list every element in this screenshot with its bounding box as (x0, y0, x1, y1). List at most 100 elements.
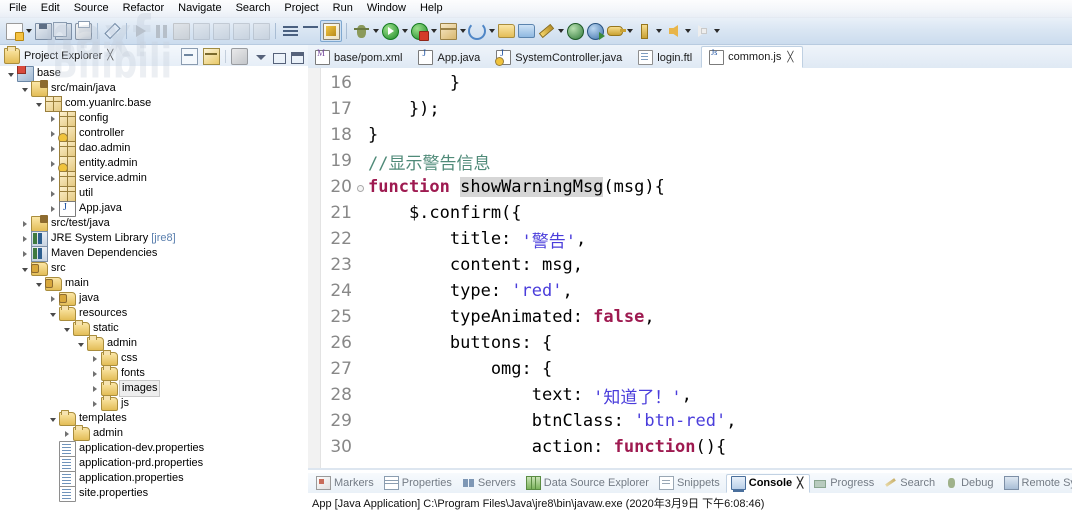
tree-twisty-collapsed-icon[interactable] (46, 171, 59, 186)
chevron-down-icon[interactable] (253, 49, 268, 64)
tree-twisty-collapsed-icon[interactable] (88, 396, 101, 411)
tree-item-dao-admin[interactable]: dao.admin (0, 140, 308, 157)
tree-item-src-test-java[interactable]: src/test/java (0, 214, 308, 232)
skip-breakpoints-button[interactable] (251, 21, 271, 41)
save-all-button[interactable] (52, 21, 73, 41)
new-java-package-button[interactable] (438, 21, 458, 41)
tree-item-service-admin[interactable]: service.admin (0, 170, 308, 187)
editor-tab-base-pom-xml[interactable]: base/pom.xml (308, 47, 411, 68)
editor-tab-common-js[interactable]: common.js ╳ (701, 46, 804, 68)
tree-twisty-collapsed-icon[interactable] (46, 201, 59, 216)
tree-item-js[interactable]: js (0, 395, 308, 411)
code-editor[interactable]: 16 } 17 }); 18} 19//显示警告信息 20 function showWa… (308, 68, 1072, 511)
bottom-tab-data-source-explorer[interactable]: Data Source Explorer (522, 474, 655, 493)
forward-dropdown-arrow-icon[interactable] (712, 21, 721, 41)
tree-item-static[interactable]: static (0, 320, 308, 336)
menu-item-source[interactable]: Source (67, 0, 116, 17)
toggle-mark-occurrences-button[interactable] (102, 21, 122, 41)
tree-twisty-collapsed-icon[interactable] (46, 186, 59, 201)
tree-twisty-expanded-icon[interactable] (18, 261, 31, 276)
step-return-button[interactable] (231, 21, 251, 41)
tree-item-application-dev-properties[interactable]: application-dev.properties (0, 440, 308, 457)
tree-twisty-collapsed-icon[interactable] (60, 426, 73, 441)
minimize-icon[interactable] (273, 52, 286, 64)
tree-item-maven-dependencies[interactable]: Maven Dependencies (0, 245, 308, 262)
debug-button[interactable] (351, 21, 371, 41)
tree-item-java[interactable]: java (0, 291, 308, 306)
forward-button[interactable] (692, 21, 712, 41)
tree-item-com-yuanlrc-base[interactable]: com.yuanlrc.base (0, 95, 308, 112)
resume-button[interactable] (131, 21, 151, 41)
search-button[interactable] (300, 21, 320, 41)
tree-item-fonts[interactable]: fonts (0, 365, 308, 381)
step-over-button[interactable] (211, 21, 231, 41)
project-explorer-close-icon[interactable]: ╳ (107, 50, 113, 61)
tree-twisty-collapsed-icon[interactable] (46, 141, 59, 156)
link-editor-icon[interactable] (203, 48, 220, 65)
save-button[interactable] (33, 21, 53, 41)
tree-item-css[interactable]: css (0, 350, 308, 366)
back-dropdown-arrow-icon[interactable] (683, 21, 692, 41)
tree-item-main[interactable]: main (0, 276, 308, 291)
bottom-tab-snippets[interactable]: Snippets (655, 474, 726, 493)
tree-twisty-collapsed-icon[interactable] (88, 366, 101, 381)
menu-item-search[interactable]: Search (229, 0, 278, 17)
refresh-cycle-dropdown-arrow-icon[interactable] (487, 21, 496, 41)
tree-twisty-expanded-icon[interactable] (32, 276, 45, 291)
key-binding-button[interactable] (605, 21, 626, 41)
editor-tab-systemcontroller-java[interactable]: SystemController.java (489, 47, 631, 68)
tree-item-controller[interactable]: controller (0, 125, 308, 143)
tree-item-util[interactable]: util (0, 185, 308, 202)
bottom-tab-console[interactable]: Console ╳ (725, 473, 811, 493)
new-wizard-button[interactable] (4, 21, 24, 41)
pin-editor-button[interactable] (634, 21, 654, 41)
bottom-tab-properties[interactable]: Properties (380, 474, 458, 493)
new-wizard-dropdown-arrow-icon[interactable] (24, 21, 33, 41)
tree-twisty-expanded-icon[interactable] (4, 66, 17, 81)
tree-twisty-collapsed-icon[interactable] (88, 351, 101, 366)
bottom-tab-servers[interactable]: Servers (458, 474, 522, 493)
publish-button[interactable] (585, 21, 605, 41)
tree-item-entity-admin[interactable]: entity.admin (0, 155, 308, 173)
editor-tab-app-java[interactable]: App.java (411, 47, 489, 68)
refresh-cycle-button[interactable] (467, 21, 487, 41)
new-folder-button[interactable] (516, 21, 536, 41)
tree-item-images[interactable]: images (0, 380, 308, 397)
editor-tab-login-ftl[interactable]: login.ftl (631, 47, 701, 68)
open-web-browser-button[interactable] (565, 21, 585, 41)
tree-item-config[interactable]: config (0, 110, 308, 127)
bottom-tab-markers[interactable]: Markers (312, 474, 380, 493)
menu-item-navigate[interactable]: Navigate (171, 0, 228, 17)
collapse-all-icon[interactable] (181, 48, 198, 65)
bottom-tab-debug[interactable]: Debug (941, 474, 999, 493)
tree-twisty-collapsed-icon[interactable] (18, 231, 31, 246)
tree-item-site-properties[interactable]: site.properties (0, 485, 308, 502)
tree-twisty-collapsed-icon[interactable] (46, 111, 59, 126)
key-binding-dropdown-arrow-icon[interactable] (625, 21, 634, 41)
toggle-java-editor-button[interactable] (320, 20, 342, 42)
tree-twisty-expanded-icon[interactable] (46, 306, 59, 321)
quick-fix-dropdown-arrow-icon[interactable] (556, 21, 565, 41)
tree-item-templates[interactable]: templates (0, 410, 308, 426)
tree-item-src[interactable]: src (0, 261, 308, 276)
tree-twisty-collapsed-icon[interactable] (46, 291, 59, 306)
tree-twisty-expanded-icon[interactable] (46, 411, 59, 426)
menu-item-help[interactable]: Help (413, 0, 450, 17)
open-resource-button[interactable] (496, 21, 516, 41)
tree-twisty-collapsed-icon[interactable] (46, 156, 59, 171)
tree-item-src-main-java[interactable]: src/main/java (0, 79, 308, 97)
step-into-button[interactable] (191, 21, 211, 41)
menu-item-edit[interactable]: Edit (34, 0, 67, 17)
run-external-tools-button[interactable] (409, 21, 429, 41)
tree-item-application-prd-properties[interactable]: application-prd.properties (0, 455, 308, 472)
tree-twisty-collapsed-icon[interactable] (18, 246, 31, 261)
maximize-icon[interactable] (291, 51, 304, 64)
run-dropdown-arrow-icon[interactable] (400, 21, 409, 41)
pin-editor-dropdown-arrow-icon[interactable] (654, 21, 663, 41)
debug-dropdown-arrow-icon[interactable] (371, 21, 380, 41)
menu-item-window[interactable]: Window (360, 0, 413, 17)
bottom-tab-close-icon[interactable]: ╳ (797, 478, 803, 489)
tree-item-admin[interactable]: admin (0, 425, 308, 441)
print-button[interactable] (73, 20, 93, 41)
tree-twisty-expanded-icon[interactable] (60, 321, 73, 336)
